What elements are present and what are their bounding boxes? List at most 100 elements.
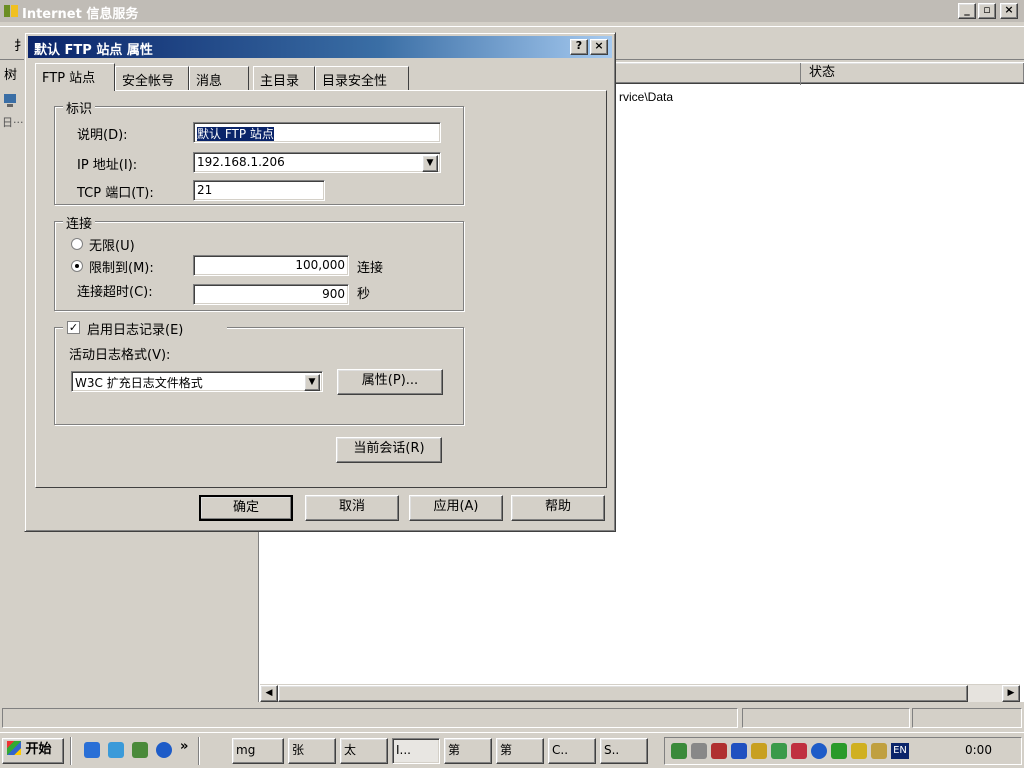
tab-directory-security[interactable]: 目录安全性 xyxy=(315,66,409,90)
ie-quicklaunch-icon[interactable] xyxy=(84,742,100,758)
tcp-port-input[interactable]: 21 xyxy=(193,180,325,201)
app-tray-icon-2[interactable] xyxy=(731,743,747,759)
current-sessions-button[interactable]: 当前会话(R) xyxy=(336,437,442,463)
app-tray-icon-3[interactable] xyxy=(751,743,767,759)
log-format-dropdown-arrow-icon[interactable]: ▼ xyxy=(304,374,320,391)
status-pane-2 xyxy=(742,708,910,728)
column-status[interactable]: 状态 xyxy=(800,63,835,85)
minimize-button[interactable]: _ xyxy=(958,3,976,19)
timeout-input[interactable]: 900 xyxy=(193,284,349,305)
enable-logging-label[interactable]: 启用日志记录(E) xyxy=(87,319,183,338)
refresh-quicklaunch-icon[interactable] xyxy=(108,742,124,758)
shield-tray-icon[interactable] xyxy=(791,743,807,759)
logging-group: ✓ 启用日志记录(E) 活动日志格式(V): W3C 扩充日志文件格式 ▼ 属性… xyxy=(54,319,464,425)
task-button-label: mg xyxy=(236,743,256,757)
status-bar xyxy=(0,706,1024,730)
start-label: 开始 xyxy=(25,742,52,757)
connection-legend: 连接 xyxy=(63,213,96,232)
maximize-button[interactable]: ▫ xyxy=(978,3,996,19)
close-main-button[interactable]: × xyxy=(1000,3,1018,19)
log-format-label: 活动日志格式(V): xyxy=(69,348,171,363)
horizontal-scrollbar[interactable]: ◀ ▶ xyxy=(260,684,1020,702)
task-button-8[interactable]: S.. xyxy=(600,738,648,764)
limited-label[interactable]: 限制到(M): xyxy=(89,257,154,276)
tab-messages[interactable]: 消息 xyxy=(189,66,249,90)
help-button[interactable]: 帮助 xyxy=(511,495,605,521)
messenger-quicklaunch-icon[interactable] xyxy=(156,742,172,758)
iis-app-icon xyxy=(3,3,19,19)
taskbar-divider-2 xyxy=(198,737,200,765)
tab-home-directory[interactable]: 主目录 xyxy=(253,66,315,90)
tab-ftp-site[interactable]: FTP 站点 xyxy=(35,63,115,91)
app-tray-icon-6[interactable] xyxy=(851,743,867,759)
description-label: 说明(D): xyxy=(77,128,128,143)
ip-dropdown-arrow-icon[interactable]: ▼ xyxy=(422,155,438,172)
dialog-titlebar[interactable]: 默认 FTP 站点 属性 ? × xyxy=(28,36,612,58)
task-button-7[interactable]: C.. xyxy=(548,738,596,764)
tree-expander[interactable]: 日··· xyxy=(2,114,24,130)
task-button-label: 第 xyxy=(500,743,513,757)
taskbar-divider xyxy=(70,737,72,765)
unlimited-label[interactable]: 无限(U) xyxy=(89,235,135,254)
taskbar: 开始 » mg 张 太 I... 第 第 C.. S.. EN 0:00 xyxy=(0,732,1024,768)
timeout-unit-label: 秒 xyxy=(357,287,371,302)
tab-security-accounts[interactable]: 安全帐号 xyxy=(115,66,189,90)
cancel-button[interactable]: 取消 xyxy=(305,495,399,521)
scroll-thumb[interactable] xyxy=(278,685,968,702)
connection-limit-input[interactable]: 100,000 xyxy=(193,255,349,276)
app-tray-icon-1[interactable] xyxy=(711,743,727,759)
task-button-6[interactable]: 第 xyxy=(496,738,544,764)
windows-logo-icon xyxy=(7,741,21,755)
desktop-quicklaunch-icon[interactable] xyxy=(132,742,148,758)
status-pane-main xyxy=(2,708,738,728)
scroll-left-button[interactable]: ◀ xyxy=(260,685,278,702)
scroll-right-button[interactable]: ▶ xyxy=(1002,685,1020,702)
log-properties-button[interactable]: 属性(P)... xyxy=(337,369,443,395)
timeout-label: 连接超时(C): xyxy=(77,285,153,300)
app-tray-icon-4[interactable] xyxy=(771,743,787,759)
timeout-value: 900 xyxy=(322,287,345,301)
log-format-select[interactable]: W3C 扩充日志文件格式 ▼ xyxy=(71,371,323,392)
limited-radio[interactable] xyxy=(71,260,83,272)
unlimited-radio[interactable] xyxy=(71,238,83,250)
task-button-4-active[interactable]: I... xyxy=(392,738,440,764)
main-window-title: Internet 信息服务 xyxy=(22,7,139,22)
enable-logging-checkbox[interactable]: ✓ xyxy=(67,321,80,334)
task-button-3[interactable]: 太 xyxy=(340,738,388,764)
tab-panel: 标识 说明(D): 默认 FTP 站点 IP 地址(I): 192.168.1.… xyxy=(35,90,607,488)
task-button-1[interactable]: mg xyxy=(232,738,284,764)
task-button-label: 张 xyxy=(292,743,305,757)
task-button-label: 太 xyxy=(344,743,357,757)
task-button-5[interactable]: 第 xyxy=(444,738,492,764)
description-input[interactable]: 默认 FTP 站点 xyxy=(193,122,441,143)
app-tray-icon-7[interactable] xyxy=(871,743,887,759)
language-indicator[interactable]: EN xyxy=(891,743,909,759)
identification-legend: 标识 xyxy=(63,98,96,117)
volume-tray-icon[interactable] xyxy=(691,743,707,759)
help-context-button[interactable]: ? xyxy=(570,39,588,55)
path-fragment: rvice\Data xyxy=(619,90,674,104)
ip-address-label: IP 地址(I): xyxy=(77,158,138,173)
ftp-site-properties-dialog: 默认 FTP 站点 属性 ? × FTP 站点 安全帐号 消息 主目录 目录安全… xyxy=(24,32,616,532)
clock[interactable]: 0:00 xyxy=(965,743,992,757)
tcp-port-label: TCP 端口(T): xyxy=(77,186,154,201)
system-tray: EN 0:00 xyxy=(664,737,1022,765)
tree-header[interactable]: 树 xyxy=(4,64,17,83)
status-pane-3 xyxy=(912,708,1022,728)
connection-limit-value: 100,000 xyxy=(295,258,345,272)
network-tray-icon[interactable] xyxy=(671,743,687,759)
app-tray-icon-5[interactable] xyxy=(831,743,847,759)
connection-group: 连接 无限(U) 限制到(M): 100,000 连接 连接超时(C): 900… xyxy=(54,213,464,311)
start-button[interactable]: 开始 xyxy=(2,738,64,764)
connection-unit-label: 连接 xyxy=(357,261,384,276)
ok-button[interactable]: 确定 xyxy=(199,495,293,521)
dialog-close-button[interactable]: × xyxy=(590,39,608,55)
ip-address-select[interactable]: 192.168.1.206 ▼ xyxy=(193,152,441,173)
task-button-2[interactable]: 张 xyxy=(288,738,336,764)
messenger-tray-icon[interactable] xyxy=(811,743,827,759)
apply-button[interactable]: 应用(A) xyxy=(409,495,503,521)
ip-address-value: 192.168.1.206 xyxy=(197,155,285,169)
quicklaunch-chevron[interactable]: » xyxy=(180,739,188,754)
main-titlebar[interactable]: Internet 信息服务 _ ▫ × xyxy=(0,0,1024,22)
computer-icon[interactable] xyxy=(2,92,18,108)
